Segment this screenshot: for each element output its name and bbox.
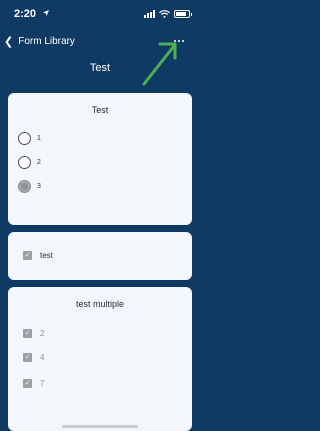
option-label: 2 — [37, 158, 41, 166]
option-label: test — [40, 250, 53, 260]
checkbox-option[interactable]: ✓ 7 — [23, 377, 44, 389]
option-label: 1 — [37, 134, 41, 142]
location-icon — [43, 10, 49, 16]
multi-checkbox-question-card: test multiple ✓ 2 ✓ 4 ✓ 7 — [8, 287, 192, 431]
signal-icon — [144, 9, 155, 18]
status-bar: 2:20 — [0, 0, 200, 26]
option-label: 4 — [40, 352, 45, 362]
card-title: Test — [91, 105, 109, 115]
checkbox-option[interactable]: ✓ 4 — [23, 351, 44, 363]
chevron-left-icon: ❮ — [4, 36, 14, 48]
option-label: 2 — [40, 328, 45, 338]
checkbox-checked-icon[interactable]: ✓ — [23, 352, 32, 362]
radio-button-selected[interactable] — [18, 179, 31, 193]
option-label: 7 — [40, 378, 45, 388]
status-time: 2:20 — [14, 8, 37, 20]
radio-option-selected[interactable]: 3 — [18, 179, 41, 193]
checkbox-checked-icon[interactable]: ✓ — [23, 250, 32, 260]
checkbox-checked-icon[interactable]: ✓ — [23, 378, 32, 388]
annotation-arrow-icon — [142, 42, 177, 86]
wifi-icon — [159, 9, 170, 18]
checkbox-question-card: ✓ test — [8, 232, 192, 280]
status-icons — [144, 9, 192, 18]
radio-button[interactable] — [18, 131, 31, 145]
option-label: 3 — [37, 182, 41, 190]
checkbox-option[interactable]: ✓ test — [23, 249, 53, 261]
checkbox-option[interactable]: ✓ 2 — [23, 327, 44, 339]
card-title: test multiple — [75, 299, 125, 309]
radio-option[interactable]: 2 — [18, 155, 41, 169]
battery-icon — [174, 9, 192, 18]
radio-button[interactable] — [18, 155, 31, 169]
radio-question-card: Test 1 2 3 — [8, 93, 192, 225]
back-button[interactable]: ❮ Form Library — [4, 34, 75, 50]
home-indicator — [62, 425, 138, 428]
back-label: Form Library — [18, 36, 75, 47]
checkbox-checked-icon[interactable]: ✓ — [23, 328, 32, 338]
radio-option[interactable]: 1 — [18, 131, 41, 145]
